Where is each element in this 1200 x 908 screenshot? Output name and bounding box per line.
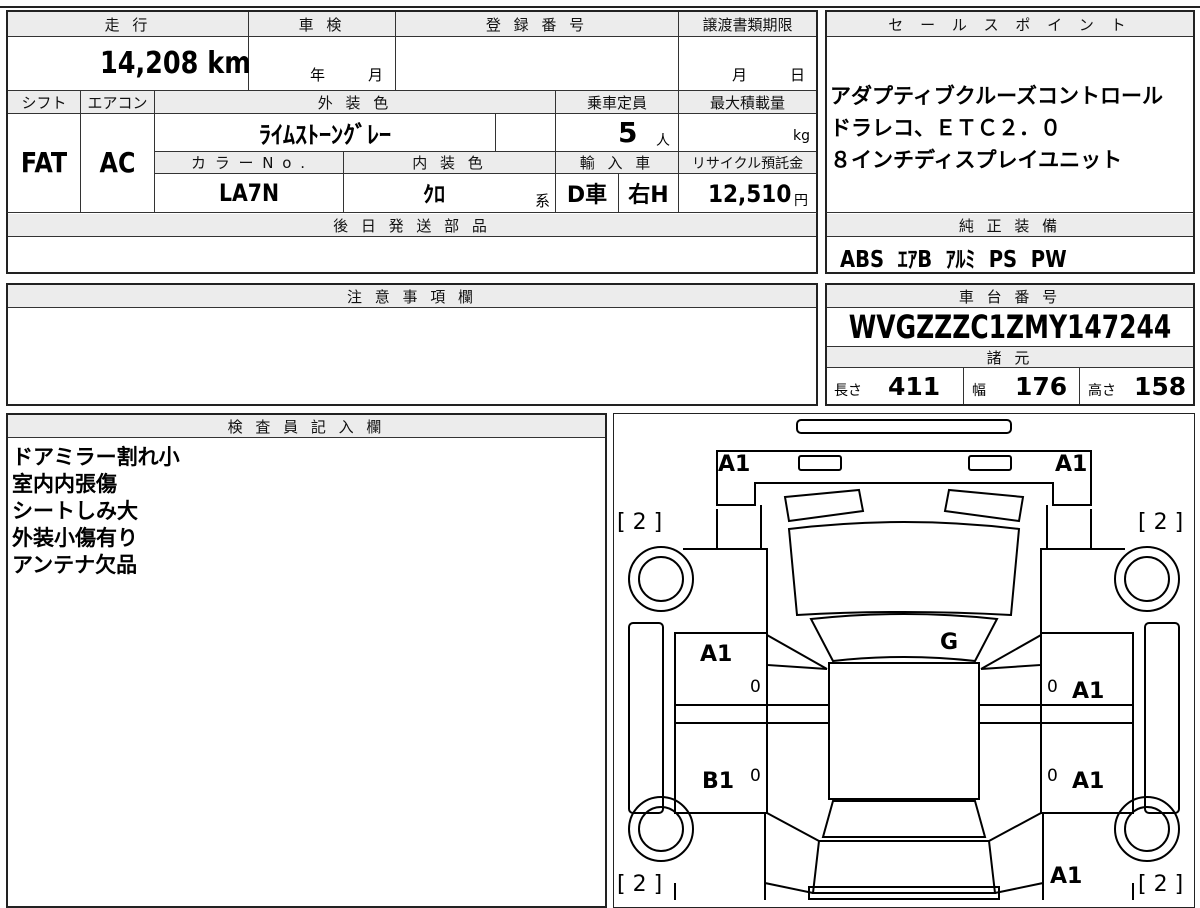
- front-bumper: [716, 450, 1092, 506]
- hood: [787, 521, 1021, 617]
- mark-door-fl: A1: [700, 642, 733, 667]
- length-value: 411: [888, 372, 941, 401]
- recycle-header: リサイクル預託金: [679, 152, 816, 173]
- aircon-header: エアコン: [81, 91, 154, 113]
- sales-point-2: ドラレコ、ＥＴＣ２．０: [830, 116, 1061, 140]
- tire-rear-right-inner: [1124, 806, 1170, 852]
- inspector-note-1: ドアミラー割れ小: [12, 445, 180, 469]
- roof: [828, 662, 980, 800]
- inspector-header: 検 査 員 記 入 欄: [8, 415, 605, 437]
- color-no-header: カ ラ ー N o .: [155, 152, 343, 173]
- import-header: 輸 入 車: [556, 152, 678, 173]
- mark-door-fr-zero: 0: [1047, 677, 1058, 697]
- exterior-color-value: ﾗｲﾑｽﾄｰﾝｸﾞﾚｰ: [259, 120, 391, 149]
- later-parts-header: 後 日 発 送 部 品: [8, 214, 816, 236]
- mark-tire-fr: [ 2 ]: [1138, 510, 1184, 535]
- tire-rear-left-inner: [638, 806, 684, 852]
- sales-points-header: セ ー ル ス ポ イ ン ト: [827, 12, 1193, 36]
- steering-value: 右H: [628, 183, 669, 208]
- capacity-unit: 人: [656, 133, 670, 149]
- mark-door-fr: A1: [1072, 679, 1105, 704]
- roof-bar: [796, 419, 1012, 434]
- height-value: 158: [1134, 372, 1187, 401]
- quarter-right: [988, 812, 1044, 894]
- door-line-left: [675, 704, 829, 724]
- recycle-unit: 円: [794, 193, 808, 209]
- spec-header: 諸 元: [827, 347, 1193, 367]
- top-strip: [0, 0, 1200, 8]
- length-label: 長さ: [834, 383, 862, 399]
- inspection-header: 車 検: [249, 12, 395, 36]
- width-value: 176: [1015, 372, 1068, 401]
- sill-left: [674, 883, 766, 900]
- mark-front-left: A1: [718, 452, 751, 477]
- shift-value: FAT: [20, 146, 68, 179]
- headlight-right: [968, 455, 1012, 471]
- mark-tire-rl: [ 2 ]: [617, 872, 663, 897]
- chassis-number: WVGZZZC1ZMY147244: [848, 308, 1172, 346]
- mark-rear-right: A1: [1050, 864, 1083, 889]
- front-fender-right: [1046, 505, 1092, 549]
- height-label: 高さ: [1088, 383, 1116, 399]
- mark-door-rr-zero: 0: [1047, 766, 1058, 786]
- mark-front-right: A1: [1055, 452, 1088, 477]
- tire-front-right-inner: [1124, 556, 1170, 602]
- mark-door-rl-zero: 0: [750, 766, 761, 786]
- transfer-month: 月: [732, 66, 748, 84]
- front-fender-left: [716, 505, 762, 549]
- chassis-header: 車 台 番 号: [827, 285, 1193, 307]
- color-no-value: LA7N: [218, 179, 280, 207]
- interior-color-header: 内 装 色: [344, 152, 555, 173]
- mark-tire-fl: [ 2 ]: [617, 510, 663, 535]
- mark-door-rr: A1: [1072, 769, 1105, 794]
- headlight-left: [798, 455, 842, 471]
- inspector-note-4: 外装小傷有り: [12, 526, 138, 550]
- mark-door-rl: B1: [702, 769, 735, 794]
- registration-header: 登 録 番 号: [396, 12, 678, 36]
- tire-front-left-inner: [638, 556, 684, 602]
- shift-header: シフト: [8, 91, 80, 113]
- mileage-header: 走 行: [8, 12, 248, 36]
- interior-color-suffix: 系: [535, 192, 551, 210]
- capacity-value: 5: [618, 116, 638, 149]
- fender-strip-fr: [1144, 622, 1180, 814]
- recycle-value: 12,510: [708, 180, 792, 208]
- mileage-value: 14,208 km: [100, 46, 251, 81]
- windshield: [809, 613, 999, 663]
- sales-point-3: ８インチディスプレイユニット: [830, 148, 1123, 172]
- equipment-value: ABS ｴｱB ｱﾙﾐ PS PW: [840, 247, 1067, 273]
- door-line-right: [979, 704, 1133, 724]
- interior-color-value: ｸﾛ: [422, 183, 445, 208]
- rear-window: [821, 800, 987, 838]
- inspector-note-5: アンテナ欠品: [12, 553, 138, 577]
- inspection-year: 年: [310, 66, 326, 84]
- import-value: D車: [566, 183, 608, 208]
- inspector-note-2: 室内内張傷: [12, 472, 117, 496]
- mark-tire-rr: [ 2 ]: [1138, 872, 1184, 897]
- notes-header: 注 意 事 項 欄: [8, 285, 816, 307]
- sales-point-1: アダプティブクルーズコントロール: [830, 84, 1164, 108]
- rear-hatch: [811, 840, 997, 894]
- inspection-month: 月: [368, 66, 384, 84]
- inspector-note-3: シートしみ大: [12, 499, 138, 523]
- grille-left: [783, 488, 865, 523]
- width-label: 幅: [972, 383, 986, 399]
- aircon-value: AC: [99, 146, 136, 179]
- load-unit: kg: [793, 128, 810, 144]
- capacity-header: 乗車定員: [556, 91, 678, 113]
- exterior-color-header: 外 装 色: [155, 91, 555, 113]
- body-right-front: [980, 548, 1125, 670]
- quarter-left: [764, 812, 820, 894]
- grille-right: [943, 488, 1025, 523]
- transfer-deadline-header: 譲渡書類期限: [679, 12, 816, 36]
- max-load-header: 最大積載量: [679, 91, 816, 113]
- fender-strip-fl: [628, 622, 664, 814]
- transfer-day: 日: [790, 66, 806, 84]
- mark-windshield: G: [940, 630, 959, 655]
- equipment-header: 純 正 装 備: [827, 214, 1193, 236]
- mark-door-fl-zero: 0: [750, 677, 761, 697]
